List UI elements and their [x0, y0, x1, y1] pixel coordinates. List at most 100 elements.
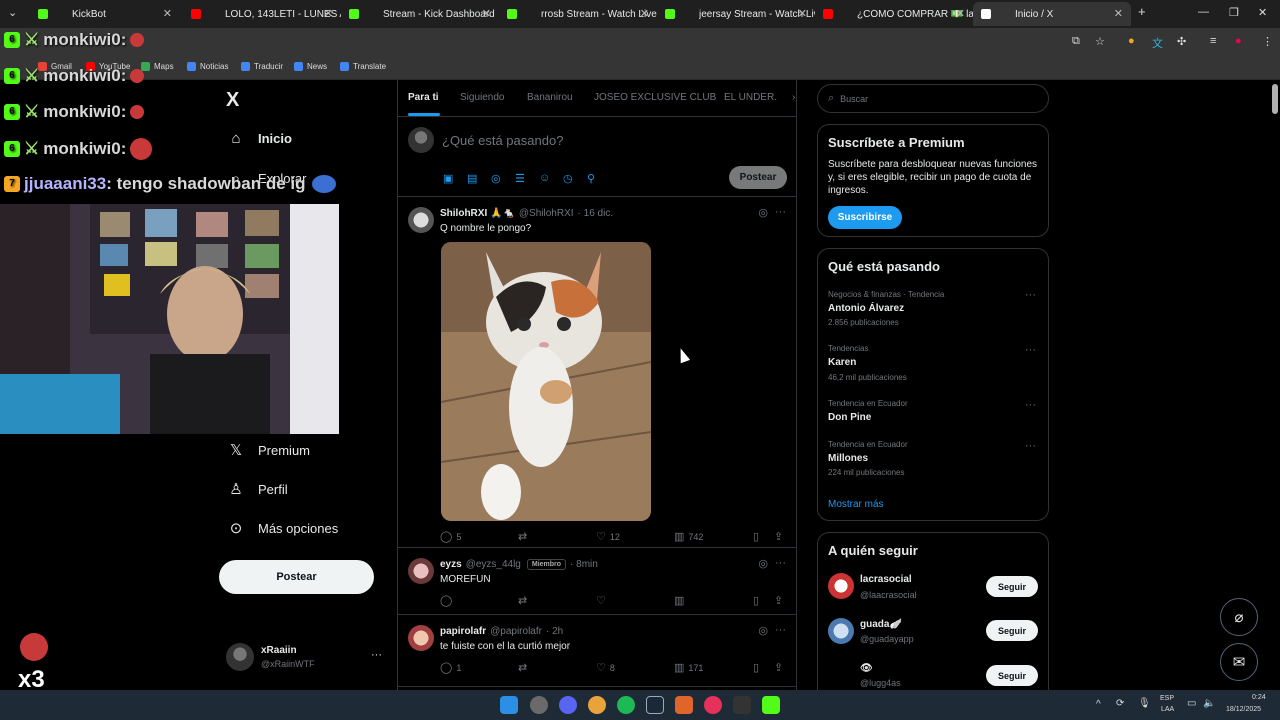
clock-time[interactable]: 0:24: [1252, 694, 1266, 701]
share-button[interactable]: ⇪: [774, 661, 787, 674]
tab-bananirou[interactable]: Bananirou: [527, 92, 573, 103]
grok-icon[interactable]: ◎: [491, 172, 501, 185]
bookmark-noticias[interactable]: Noticias: [187, 62, 228, 71]
more-icon[interactable]: ···: [775, 624, 786, 636]
nav-perfil[interactable]: ♙ Perfil: [226, 480, 287, 498]
views-button[interactable]: ▥: [674, 594, 688, 607]
discord-icon[interactable]: [559, 696, 577, 714]
close-icon[interactable]: ✕: [163, 7, 172, 20]
bookmark-button[interactable]: ▯: [753, 594, 763, 607]
location-icon[interactable]: ⚲: [587, 172, 595, 185]
avatar[interactable]: [408, 207, 434, 233]
more-icon[interactable]: ···: [775, 557, 786, 569]
bookmark-maps[interactable]: Maps: [141, 62, 174, 71]
search-input[interactable]: ⌕ Buscar: [817, 84, 1049, 113]
extension-icon[interactable]: ●: [1128, 35, 1135, 47]
browser-tab[interactable]: rrosb Stream - Watch Live on K ✕: [499, 2, 657, 26]
tweet[interactable]: eyzs @eyzs_44lg Miembro · 8min ◎ ··· MOREFU…: [398, 548, 796, 615]
tab-el-under[interactable]: EL UNDER.: [724, 92, 777, 103]
tab-search-icon[interactable]: ⌄: [8, 6, 17, 19]
chrome-icon[interactable]: [588, 696, 606, 714]
bookmark-button[interactable]: ▯: [753, 661, 763, 674]
composer-post-button[interactable]: Postear: [729, 166, 787, 189]
avatar[interactable]: [408, 558, 434, 584]
tray-icon[interactable]: ⟳: [1116, 698, 1124, 709]
profile-icon[interactable]: ●: [1235, 35, 1242, 47]
reply-button[interactable]: ◯ 5: [440, 530, 461, 543]
x-logo[interactable]: X: [226, 89, 239, 112]
browser-tab[interactable]: jeersay Stream - Watch Live on ✕: [657, 2, 815, 26]
more-icon[interactable]: ···: [1025, 344, 1036, 356]
puzzle-icon[interactable]: ✣: [1177, 35, 1186, 48]
app-icon[interactable]: [704, 696, 722, 714]
install-icon[interactable]: ⧉: [1072, 35, 1080, 48]
schedule-icon[interactable]: ◷: [563, 172, 573, 185]
windows-start-icon[interactable]: [500, 696, 518, 714]
tweet-author[interactable]: eyzs @eyzs_44lg Miembro · 8min: [440, 559, 598, 570]
network-icon[interactable]: ▭: [1187, 698, 1196, 709]
browser-tab[interactable]: KickBot ✕: [30, 2, 180, 26]
more-icon[interactable]: ···: [775, 206, 786, 218]
subscribe-button[interactable]: Suscribirse: [828, 206, 902, 229]
close-icon[interactable]: ✕: [640, 7, 649, 20]
spotify-icon[interactable]: [617, 696, 635, 714]
new-tab-button[interactable]: +: [1138, 4, 1146, 19]
maximize-icon[interactable]: ❐: [1229, 6, 1239, 19]
grok-icon[interactable]: ⌀: [1220, 598, 1258, 636]
follow-button[interactable]: Seguir: [986, 576, 1038, 597]
emoji-icon[interactable]: ☺: [539, 172, 550, 184]
close-icon[interactable]: ✕: [1114, 7, 1123, 20]
repost-button[interactable]: ⇄: [518, 661, 531, 674]
close-icon[interactable]: ✕: [956, 7, 965, 20]
kick-icon[interactable]: [762, 696, 780, 714]
post-button[interactable]: Postear: [219, 560, 374, 594]
reply-button[interactable]: ◯: [440, 594, 456, 607]
avatar[interactable]: [408, 625, 434, 651]
tweet[interactable]: ShilohRXI 🙏🐁 @ShilohRXI · 16 dic. ◎ ··· Q …: [398, 197, 796, 548]
menu-icon[interactable]: ⋮: [1262, 35, 1273, 48]
follow-button[interactable]: Seguir: [986, 665, 1038, 686]
close-icon[interactable]: ✕: [324, 7, 333, 20]
composer-input[interactable]: ¿Qué está pasando?: [442, 133, 563, 148]
nav-premium[interactable]: 𝕏 Premium: [226, 441, 310, 459]
tab-para-ti[interactable]: Para ti: [408, 92, 439, 103]
tweet[interactable]: papirolafr @papirolafr · 2h ◎ ··· te fuist…: [398, 615, 796, 687]
volume-icon[interactable]: 🔈: [1203, 698, 1215, 709]
translate-extension-icon[interactable]: 文: [1152, 35, 1163, 51]
bookmark-traducir[interactable]: Traducir: [241, 62, 283, 71]
tweet-author[interactable]: papirolafr @papirolafr · 2h: [440, 626, 563, 637]
browser-tab-active[interactable]: Inicio / X ✕: [973, 2, 1131, 26]
close-icon[interactable]: ✕: [482, 7, 491, 20]
bookmark-button[interactable]: ▯: [753, 530, 763, 543]
browser-tab[interactable]: Stream - Kick Dashboard ✕: [341, 2, 499, 26]
tabs-scroll-icon[interactable]: ›: [792, 92, 795, 103]
nav-inicio[interactable]: ⌂ Inicio: [226, 130, 291, 147]
app-icon[interactable]: [530, 696, 548, 714]
tray-chevron-icon[interactable]: ^: [1096, 699, 1101, 710]
grok-icon[interactable]: ◎: [758, 624, 768, 637]
browser-tab[interactable]: ¿CÓMO COMPRAR 💵 las CA... ✕: [815, 2, 973, 26]
app-icon[interactable]: [675, 696, 693, 714]
like-button[interactable]: ♡: [596, 594, 610, 607]
nav-mas-opciones[interactable]: ⊙ Más opciones: [226, 519, 339, 537]
bookmark-star-icon[interactable]: ☆: [1095, 35, 1105, 48]
messages-icon[interactable]: ✉: [1220, 643, 1258, 681]
tab-siguiendo[interactable]: Siguiendo: [460, 92, 504, 103]
show-more-link[interactable]: Mostrar más: [828, 499, 884, 510]
more-icon[interactable]: ···: [371, 649, 382, 661]
share-button[interactable]: ⇪: [774, 594, 787, 607]
microphone-icon[interactable]: 🎙: [1138, 698, 1151, 709]
share-button[interactable]: ⇪: [774, 530, 787, 543]
tweet-image[interactable]: [441, 242, 651, 521]
bookmark-news[interactable]: News: [294, 62, 327, 71]
follow-button[interactable]: Seguir: [986, 620, 1038, 641]
image-icon[interactable]: ▣: [443, 172, 453, 185]
more-icon[interactable]: ···: [1025, 399, 1036, 411]
more-icon[interactable]: ···: [1025, 289, 1036, 301]
close-icon[interactable]: ✕: [798, 7, 807, 20]
repost-button[interactable]: ⇄: [518, 594, 531, 607]
more-icon[interactable]: ···: [1025, 440, 1036, 452]
account-switcher[interactable]: xRaaiin @xRaiinWTF ···: [226, 643, 386, 675]
language-indicator[interactable]: ESP: [1160, 695, 1174, 702]
steam-icon[interactable]: [646, 696, 664, 714]
